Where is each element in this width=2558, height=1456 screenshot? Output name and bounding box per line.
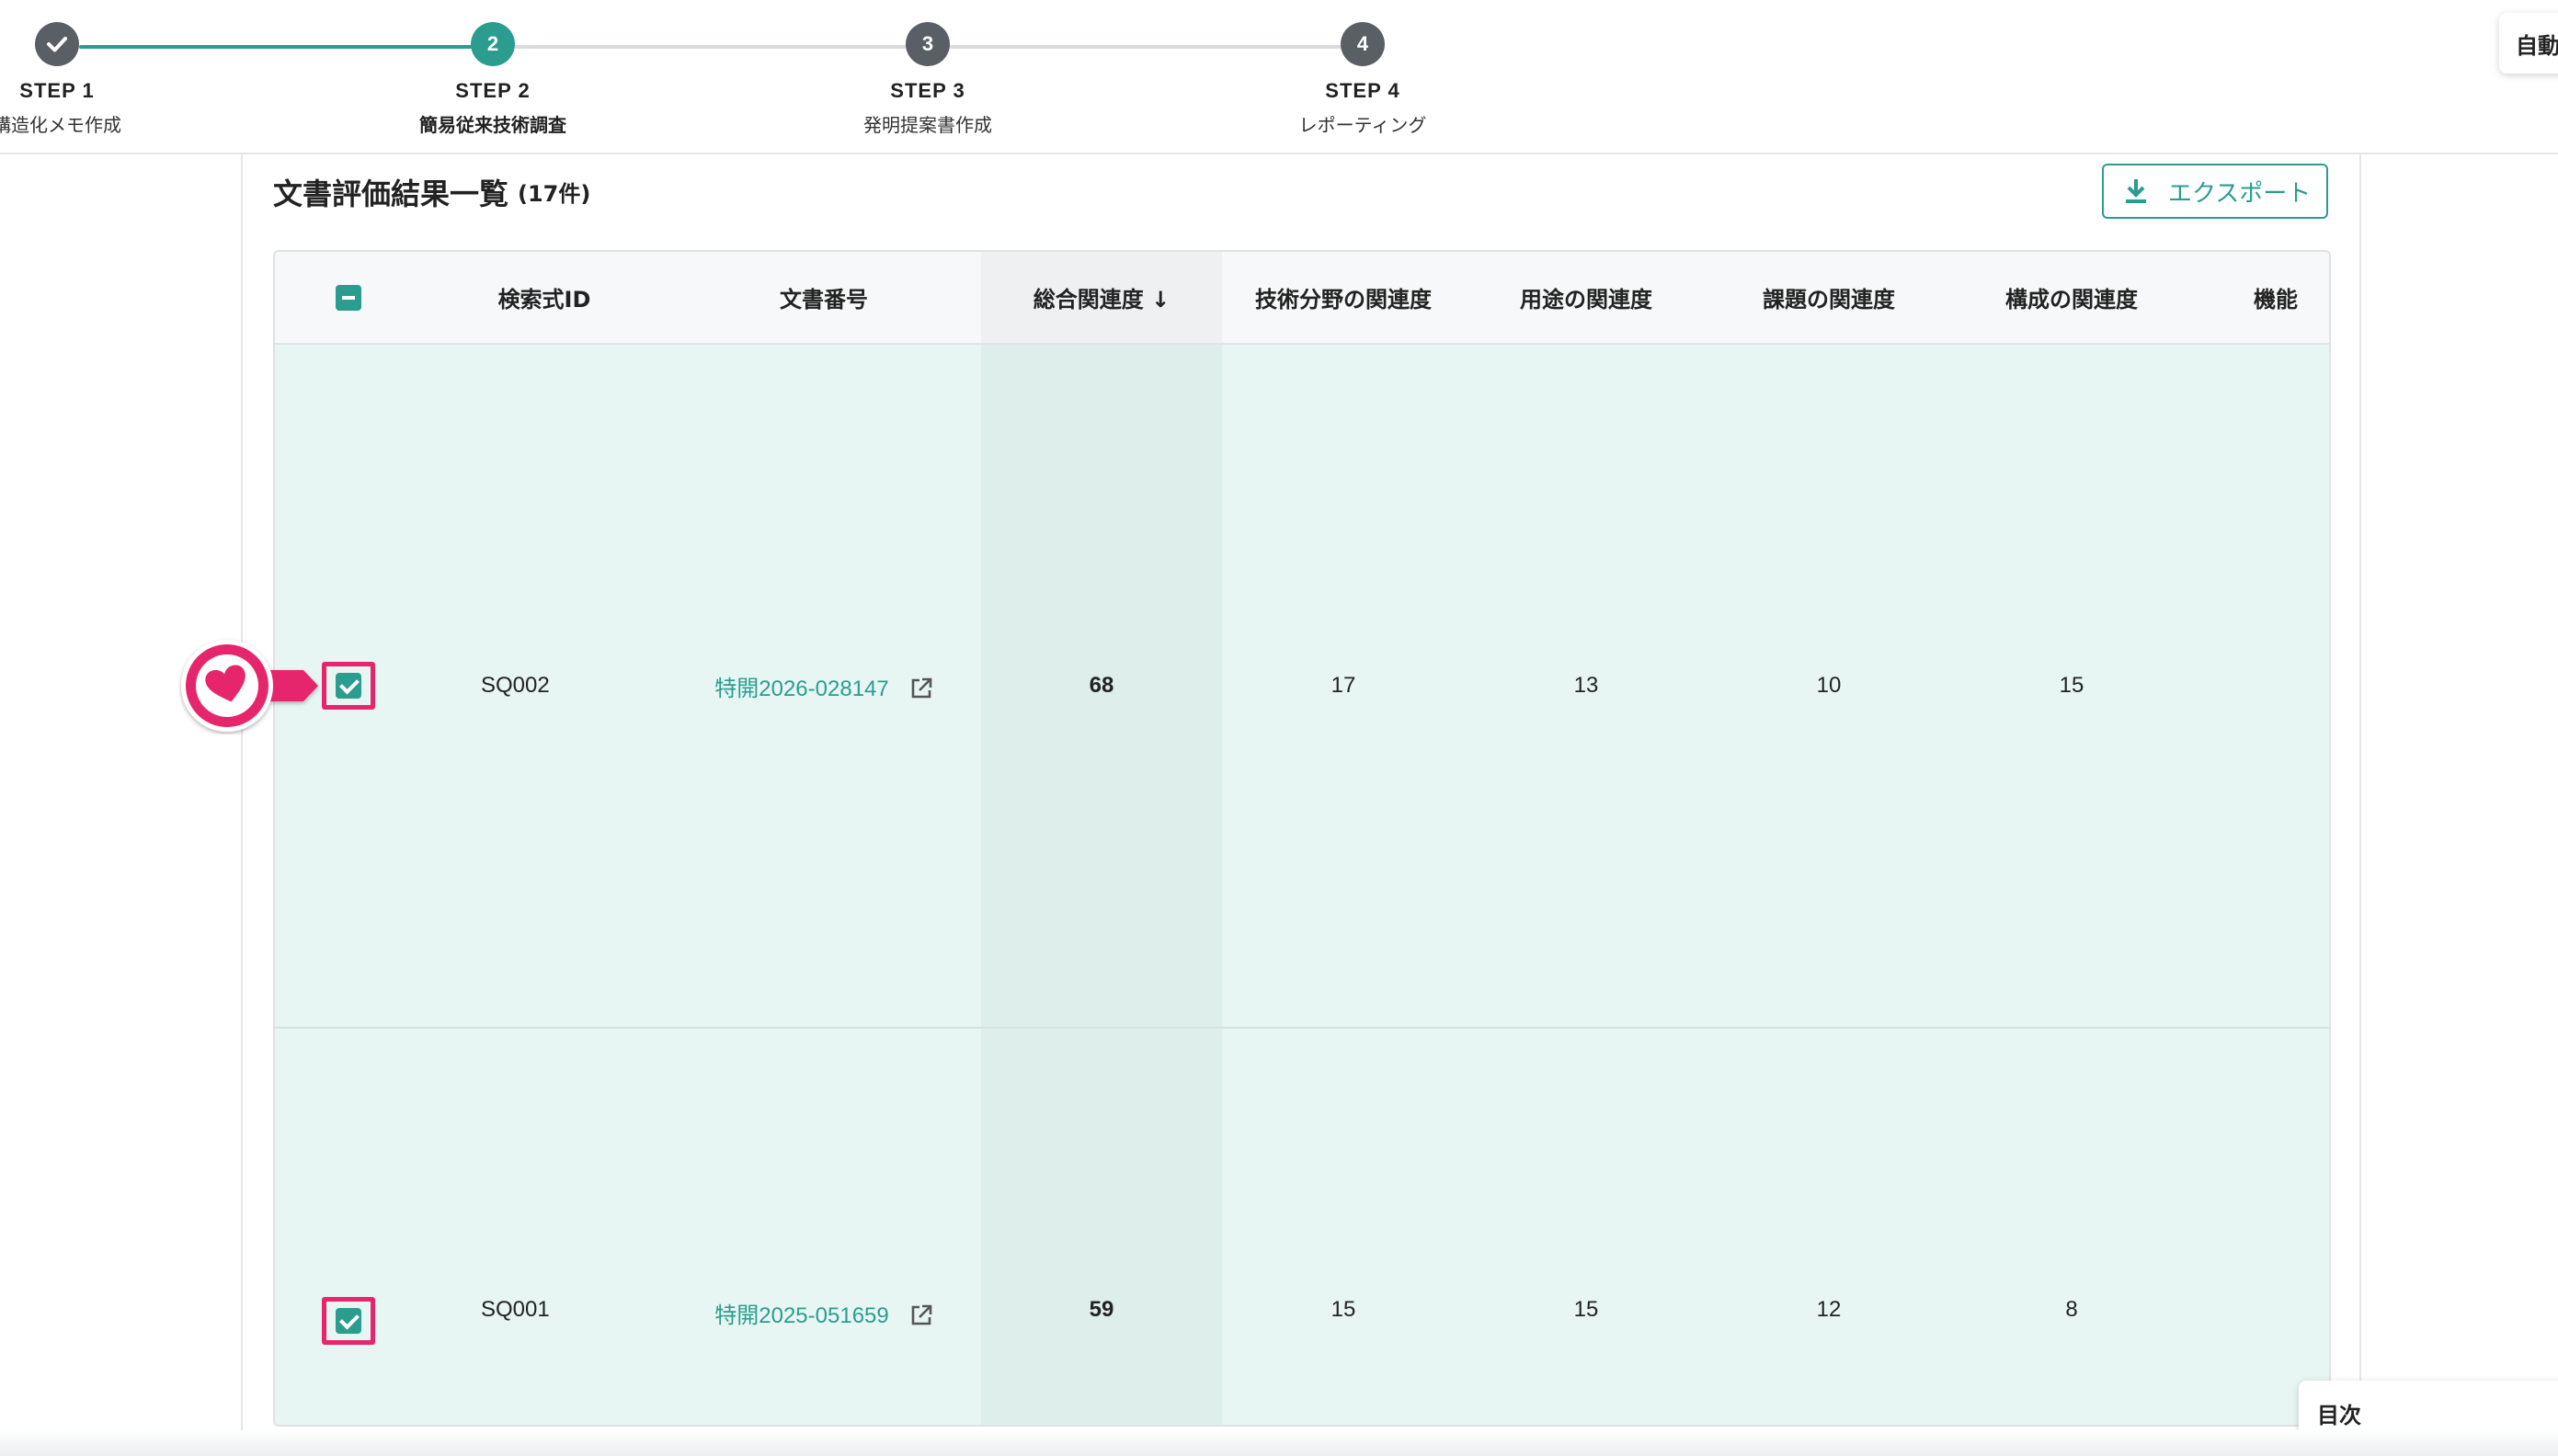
structure-cell: 8: [1950, 1028, 2193, 1425]
step-3[interactable]: 3 STEP 3 発明提案書作成: [808, 22, 1047, 137]
step-4-subtitle: レポーティング: [1298, 114, 1427, 136]
function-cell: [2193, 1028, 2329, 1425]
step-3-subtitle: 発明提案書作成: [863, 114, 992, 136]
highlight-box: [322, 662, 375, 710]
export-label: エクスポート: [2168, 179, 2312, 208]
structure-cell: 15: [1950, 344, 2193, 1029]
results-table: 検索式ID 文書番号 総合関連度 ↓ 技術分野の関連度 用途の関連度 課題の関連…: [273, 250, 2331, 1427]
col-header-structure[interactable]: 構成の関連度: [1950, 252, 2193, 345]
step-3-title: STEP 3: [890, 79, 965, 102]
row-select-cell: [275, 1028, 422, 1425]
col-header-problem[interactable]: 課題の関連度: [1707, 252, 1950, 345]
tech-field-cell: 15: [1222, 1028, 1465, 1425]
step-2[interactable]: 2 STEP 2 簡易従来技術調査: [373, 22, 612, 137]
stepper: STEP 1 構造化メモ作成 2 STEP 2 簡易従来技術調査 3 STEP …: [0, 0, 2558, 154]
row-checkbox[interactable]: [336, 673, 361, 699]
problem-cell: 12: [1707, 1028, 1950, 1425]
col-header-tech-field[interactable]: 技術分野の関連度: [1222, 252, 1465, 345]
step-2-subtitle: 簡易従来技術調査: [419, 114, 566, 136]
step-1-subtitle: 構造化メモ作成: [0, 114, 121, 136]
external-link-icon[interactable]: [909, 1303, 933, 1327]
col-header-usage[interactable]: 用途の関連度: [1465, 252, 1707, 345]
step-1-title: STEP 1: [19, 79, 95, 102]
heart-callout: [181, 640, 318, 732]
search-id-cell: SQ002: [422, 344, 667, 1029]
doc-number-cell: 特開2026-028147: [667, 344, 981, 1029]
step-2-circle: 2: [471, 22, 515, 66]
export-button[interactable]: エクスポート: [2102, 164, 2328, 219]
download-icon: [2126, 179, 2146, 203]
step-3-circle: 3: [906, 22, 950, 66]
step-4[interactable]: 4 STEP 4 レポーティング: [1243, 22, 1482, 137]
step-1-circle: [35, 22, 79, 66]
table-header-row: 検索式ID 文書番号 総合関連度 ↓ 技術分野の関連度 用途の関連度 課題の関連…: [275, 252, 2329, 345]
step-4-title: STEP 4: [1325, 79, 1400, 102]
row-checkbox[interactable]: [336, 1308, 361, 1334]
doc-number-cell: 特開2025-051659: [667, 1028, 981, 1425]
usage-cell: 15: [1465, 1028, 1707, 1425]
step-4-circle: 4: [1341, 22, 1385, 66]
step-2-title: STEP 2: [455, 79, 531, 102]
step-1[interactable]: STEP 1 構造化メモ作成: [0, 22, 177, 137]
doc-number-link[interactable]: 特開2025-051659: [714, 1303, 888, 1328]
col-header-total-relevance[interactable]: 総合関連度 ↓: [981, 252, 1222, 345]
section-title: 文書評価結果一覧 (17件): [273, 171, 590, 213]
select-all-checkbox[interactable]: [336, 285, 361, 311]
col-header-doc-number[interactable]: 文書番号: [667, 252, 981, 345]
search-id-cell: SQ001: [422, 1028, 667, 1425]
problem-cell: 10: [1707, 344, 1950, 1029]
external-link-icon[interactable]: [909, 677, 933, 700]
section-title-text: 文書評価結果一覧: [273, 176, 509, 211]
table-row[interactable]: SQ001 特開2025-051659 59 15 15 12 8: [275, 1028, 2329, 1425]
total-relevance-cell: 59: [981, 1028, 1222, 1425]
usage-cell: 13: [1465, 344, 1707, 1029]
tech-field-cell: 17: [1222, 344, 1465, 1029]
col-header-function[interactable]: 機能: [2193, 252, 2329, 345]
total-relevance-cell: 68: [981, 344, 1222, 1029]
function-cell: [2193, 344, 2329, 1029]
bottom-edge: [0, 1430, 2558, 1456]
table-row[interactable]: SQ002 特開2026-028147 68 17 13 10 15: [275, 344, 2329, 1029]
highlight-box: [322, 1297, 375, 1345]
result-count: (17件): [518, 181, 591, 207]
auto-button[interactable]: 自動: [2499, 13, 2558, 74]
content-left-border: [241, 154, 243, 1456]
doc-number-link[interactable]: 特開2026-028147: [714, 677, 888, 701]
header-select-cell: [275, 252, 422, 345]
content-right-border: [2359, 154, 2361, 1456]
col-header-search-id[interactable]: 検索式ID: [422, 252, 667, 345]
check-icon: [47, 37, 67, 52]
